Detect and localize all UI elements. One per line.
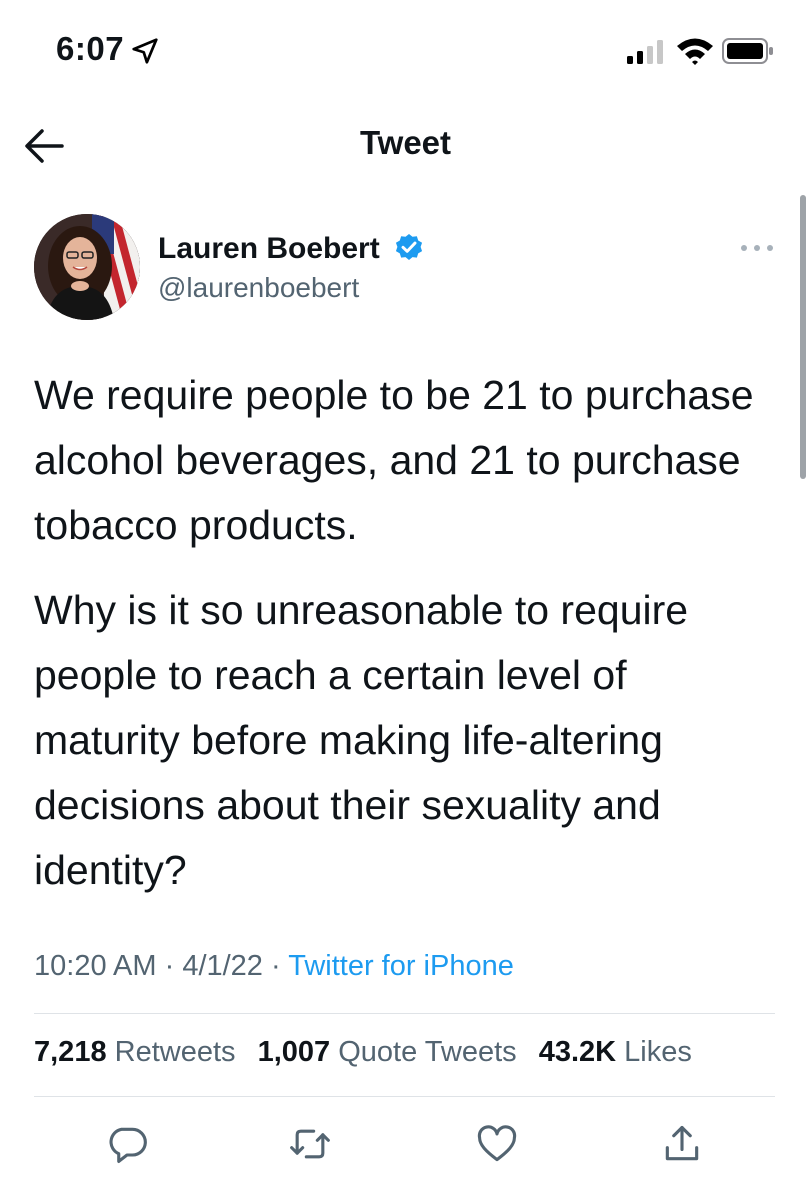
like-icon[interactable] <box>475 1122 519 1166</box>
divider <box>34 1013 775 1014</box>
likes-count: 43.2K <box>538 1036 617 1068</box>
retweets-stat[interactable]: 7,218 Retweets <box>34 1036 236 1068</box>
author-name[interactable]: Lauren Boebert <box>158 232 380 266</box>
likes-stat[interactable]: 43.2K Likes <box>539 1036 692 1068</box>
meta-separator: · <box>262 950 289 982</box>
scrollbar[interactable] <box>800 195 806 479</box>
tweet-text-paragraph: Why is it so unreasonable to require peo… <box>34 587 689 893</box>
tweet-date[interactable]: 4/1/22 <box>182 950 263 982</box>
cellular-signal-icon <box>627 40 663 64</box>
tweet-text-paragraph: We require people to be 21 to purchase a… <box>34 372 754 548</box>
page-title: Tweet <box>359 124 452 161</box>
status-time: 6:07 <box>56 30 125 67</box>
verified-badge-icon <box>395 234 423 260</box>
retweet-icon[interactable] <box>288 1122 332 1166</box>
avatar[interactable] <box>34 214 140 320</box>
reply-icon[interactable] <box>105 1122 149 1166</box>
author-handle[interactable]: @laurenboebert <box>158 272 359 304</box>
avatar-image <box>34 214 140 320</box>
meta-separator: · <box>156 950 183 982</box>
quote-tweets-stat[interactable]: 1,007 Quote Tweets <box>258 1036 517 1068</box>
quote-tweets-count: 1,007 <box>257 1036 331 1068</box>
tweet-time[interactable]: 10:20 AM <box>34 950 157 982</box>
wifi-icon <box>677 38 713 65</box>
retweets-count: 7,218 <box>34 1036 107 1068</box>
more-options-icon[interactable] <box>738 238 776 258</box>
engagement-stats: 7,218 Retweets 1,007 Quote Tweets 43.2K … <box>34 1036 706 1069</box>
likes-label: Likes <box>624 1036 692 1068</box>
tweet-meta: 10:20 AM · 4/1/22 · Twitter for iPhone <box>34 950 514 983</box>
share-icon[interactable] <box>660 1122 704 1166</box>
retweets-label: Retweets <box>114 1036 236 1068</box>
quote-tweets-label: Quote Tweets <box>338 1036 517 1068</box>
divider <box>34 1096 775 1097</box>
battery-icon <box>722 38 773 64</box>
tweet-source-link[interactable]: Twitter for iPhone <box>288 950 514 982</box>
location-arrow-icon <box>132 38 158 64</box>
